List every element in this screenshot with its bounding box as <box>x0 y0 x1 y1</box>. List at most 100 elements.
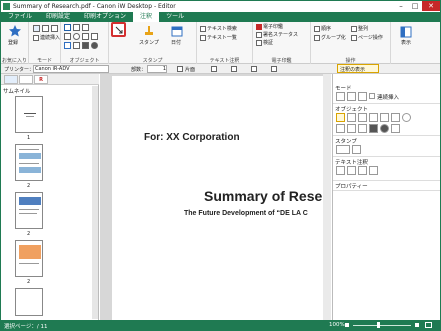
doc-for-line: For: XX Corporation <box>144 132 240 143</box>
rectangle-icon[interactable] <box>82 33 89 40</box>
hand-mode-button[interactable] <box>347 92 356 101</box>
tab-tools[interactable]: ツール <box>159 12 191 22</box>
zoom-in-icon[interactable] <box>415 323 419 327</box>
stamp-button[interactable] <box>336 145 350 154</box>
hand-mode-icon[interactable] <box>42 25 49 32</box>
tab-print-options[interactable]: 印刷オプション <box>77 12 133 22</box>
pen-icon[interactable] <box>82 24 89 31</box>
thumbnail-tab-icon[interactable] <box>4 75 18 84</box>
star-icon[interactable] <box>9 25 21 37</box>
marker-icon[interactable] <box>64 42 71 49</box>
signature-status-label[interactable]: 署名ステータス <box>263 32 298 38</box>
e-stamp-label[interactable]: 電子印鑑 <box>263 24 283 30</box>
ellipse-button[interactable] <box>402 113 411 122</box>
polygon-icon[interactable] <box>91 33 98 40</box>
e-stamp-icon[interactable] <box>256 24 262 30</box>
verify-label[interactable]: 検証 <box>263 40 273 46</box>
line-button[interactable] <box>369 113 378 122</box>
strikeout-button[interactable] <box>347 166 356 175</box>
continuous-label[interactable]: 連続挿入 <box>377 93 399 101</box>
zoom-slider[interactable] <box>353 325 411 326</box>
page-rotate-label[interactable]: ページ操作 <box>358 35 383 41</box>
filled-ellipse-button[interactable] <box>380 124 389 133</box>
display-icon[interactable] <box>400 26 412 38</box>
underline-button[interactable] <box>336 166 345 175</box>
highlighter-button[interactable] <box>347 124 356 133</box>
close-button[interactable]: ✕ <box>422 1 440 11</box>
zoom-mode-button[interactable] <box>358 92 367 101</box>
line-icon[interactable] <box>64 33 71 40</box>
date-icon[interactable] <box>171 25 183 37</box>
display-label[interactable]: 表示 <box>401 40 411 46</box>
duplex-select[interactable]: 片面 <box>185 66 195 73</box>
page-rotate-icon[interactable] <box>351 35 357 41</box>
text-box-icon[interactable] <box>64 24 71 31</box>
group-label[interactable]: グループ化 <box>321 35 346 41</box>
stamp-label[interactable]: スタンプ <box>139 40 159 46</box>
text-search-icon[interactable] <box>200 26 206 32</box>
text-search-label[interactable]: テキスト検索 <box>207 26 237 32</box>
text-icon[interactable] <box>73 24 80 31</box>
page-thumbnail[interactable] <box>15 96 43 133</box>
page-thumbnail[interactable] <box>15 192 43 229</box>
zoom-out-icon[interactable] <box>345 323 349 327</box>
text-list-label[interactable]: テキスト一覧 <box>207 35 237 41</box>
date-stamp-button[interactable] <box>352 145 361 154</box>
page-thumbnail[interactable] <box>15 240 43 277</box>
order-icon[interactable] <box>314 26 320 32</box>
stamp-icon[interactable] <box>143 25 155 37</box>
color-icon[interactable] <box>231 66 237 72</box>
fit-page-icon[interactable] <box>425 322 432 328</box>
polygon-button[interactable] <box>358 124 367 133</box>
text-button[interactable] <box>347 113 356 122</box>
marker-button[interactable] <box>336 124 345 133</box>
highlight-text-button[interactable] <box>358 166 367 175</box>
date-label[interactable]: 日付 <box>171 40 181 46</box>
continuous-icon[interactable] <box>369 93 375 99</box>
filled-ellipse-icon[interactable] <box>91 42 98 49</box>
select-mode-icon[interactable] <box>33 25 40 32</box>
highlighter-icon[interactable] <box>73 42 80 49</box>
copies-input[interactable]: 1 <box>147 65 167 73</box>
page-info: 選択ページ：/ 11 <box>4 324 48 330</box>
minimize-button[interactable]: – <box>394 1 408 11</box>
comment-tab-icon[interactable] <box>19 75 33 84</box>
title-bar: Summary of Research.pdf - Canon iW Deskt… <box>1 1 440 12</box>
annotation-pane: モード 連続挿入 オブジェクト スタンプ テキスト注釈 プロパティー <box>332 74 440 320</box>
stapling-icon[interactable] <box>211 66 217 72</box>
finishing-icon[interactable] <box>251 66 257 72</box>
tab-print-settings[interactable]: 印刷設定 <box>39 12 77 22</box>
image-button[interactable] <box>391 124 400 133</box>
zoom-mode-icon[interactable] <box>51 25 58 32</box>
pen-button[interactable] <box>358 113 367 122</box>
verify-icon[interactable] <box>256 40 262 46</box>
replace-text-button[interactable] <box>369 166 378 175</box>
select-mode-button[interactable] <box>336 92 345 101</box>
ellipse-icon[interactable] <box>73 33 80 40</box>
group-icon[interactable] <box>314 35 320 41</box>
page-thumbnail[interactable] <box>15 288 43 316</box>
document-scrollbar[interactable] <box>323 74 331 320</box>
tab-annotation[interactable]: 注釈 <box>133 12 160 22</box>
text-list-icon[interactable] <box>200 35 206 41</box>
layout-icon[interactable] <box>271 66 277 72</box>
zoom-slider-thumb[interactable] <box>377 322 380 328</box>
thumbnail-scrollbar[interactable] <box>92 86 98 319</box>
text-box-button[interactable] <box>336 113 345 122</box>
show-annotations-toggle[interactable]: 注釈の表示 <box>337 64 379 73</box>
page-thumbnail[interactable] <box>15 144 43 181</box>
align-label[interactable]: 整列 <box>358 26 368 32</box>
signature-status-icon[interactable] <box>256 32 262 38</box>
order-label[interactable]: 順序 <box>321 26 331 32</box>
arrow-button[interactable] <box>380 113 389 122</box>
page-number: 2 <box>27 231 31 237</box>
continuous-icon[interactable] <box>33 35 39 41</box>
rectangle-button[interactable] <box>391 113 400 122</box>
align-icon[interactable] <box>351 26 357 32</box>
maximize-button[interactable]: □ <box>408 1 422 11</box>
filled-rect-icon[interactable] <box>82 42 89 49</box>
tab-file[interactable]: ファイル <box>1 12 39 22</box>
printer-select[interactable]: Canon iR-ADV <box>33 65 109 73</box>
filled-rect-button[interactable] <box>369 124 378 133</box>
bookmark-tab-icon[interactable]: R <box>34 75 48 84</box>
